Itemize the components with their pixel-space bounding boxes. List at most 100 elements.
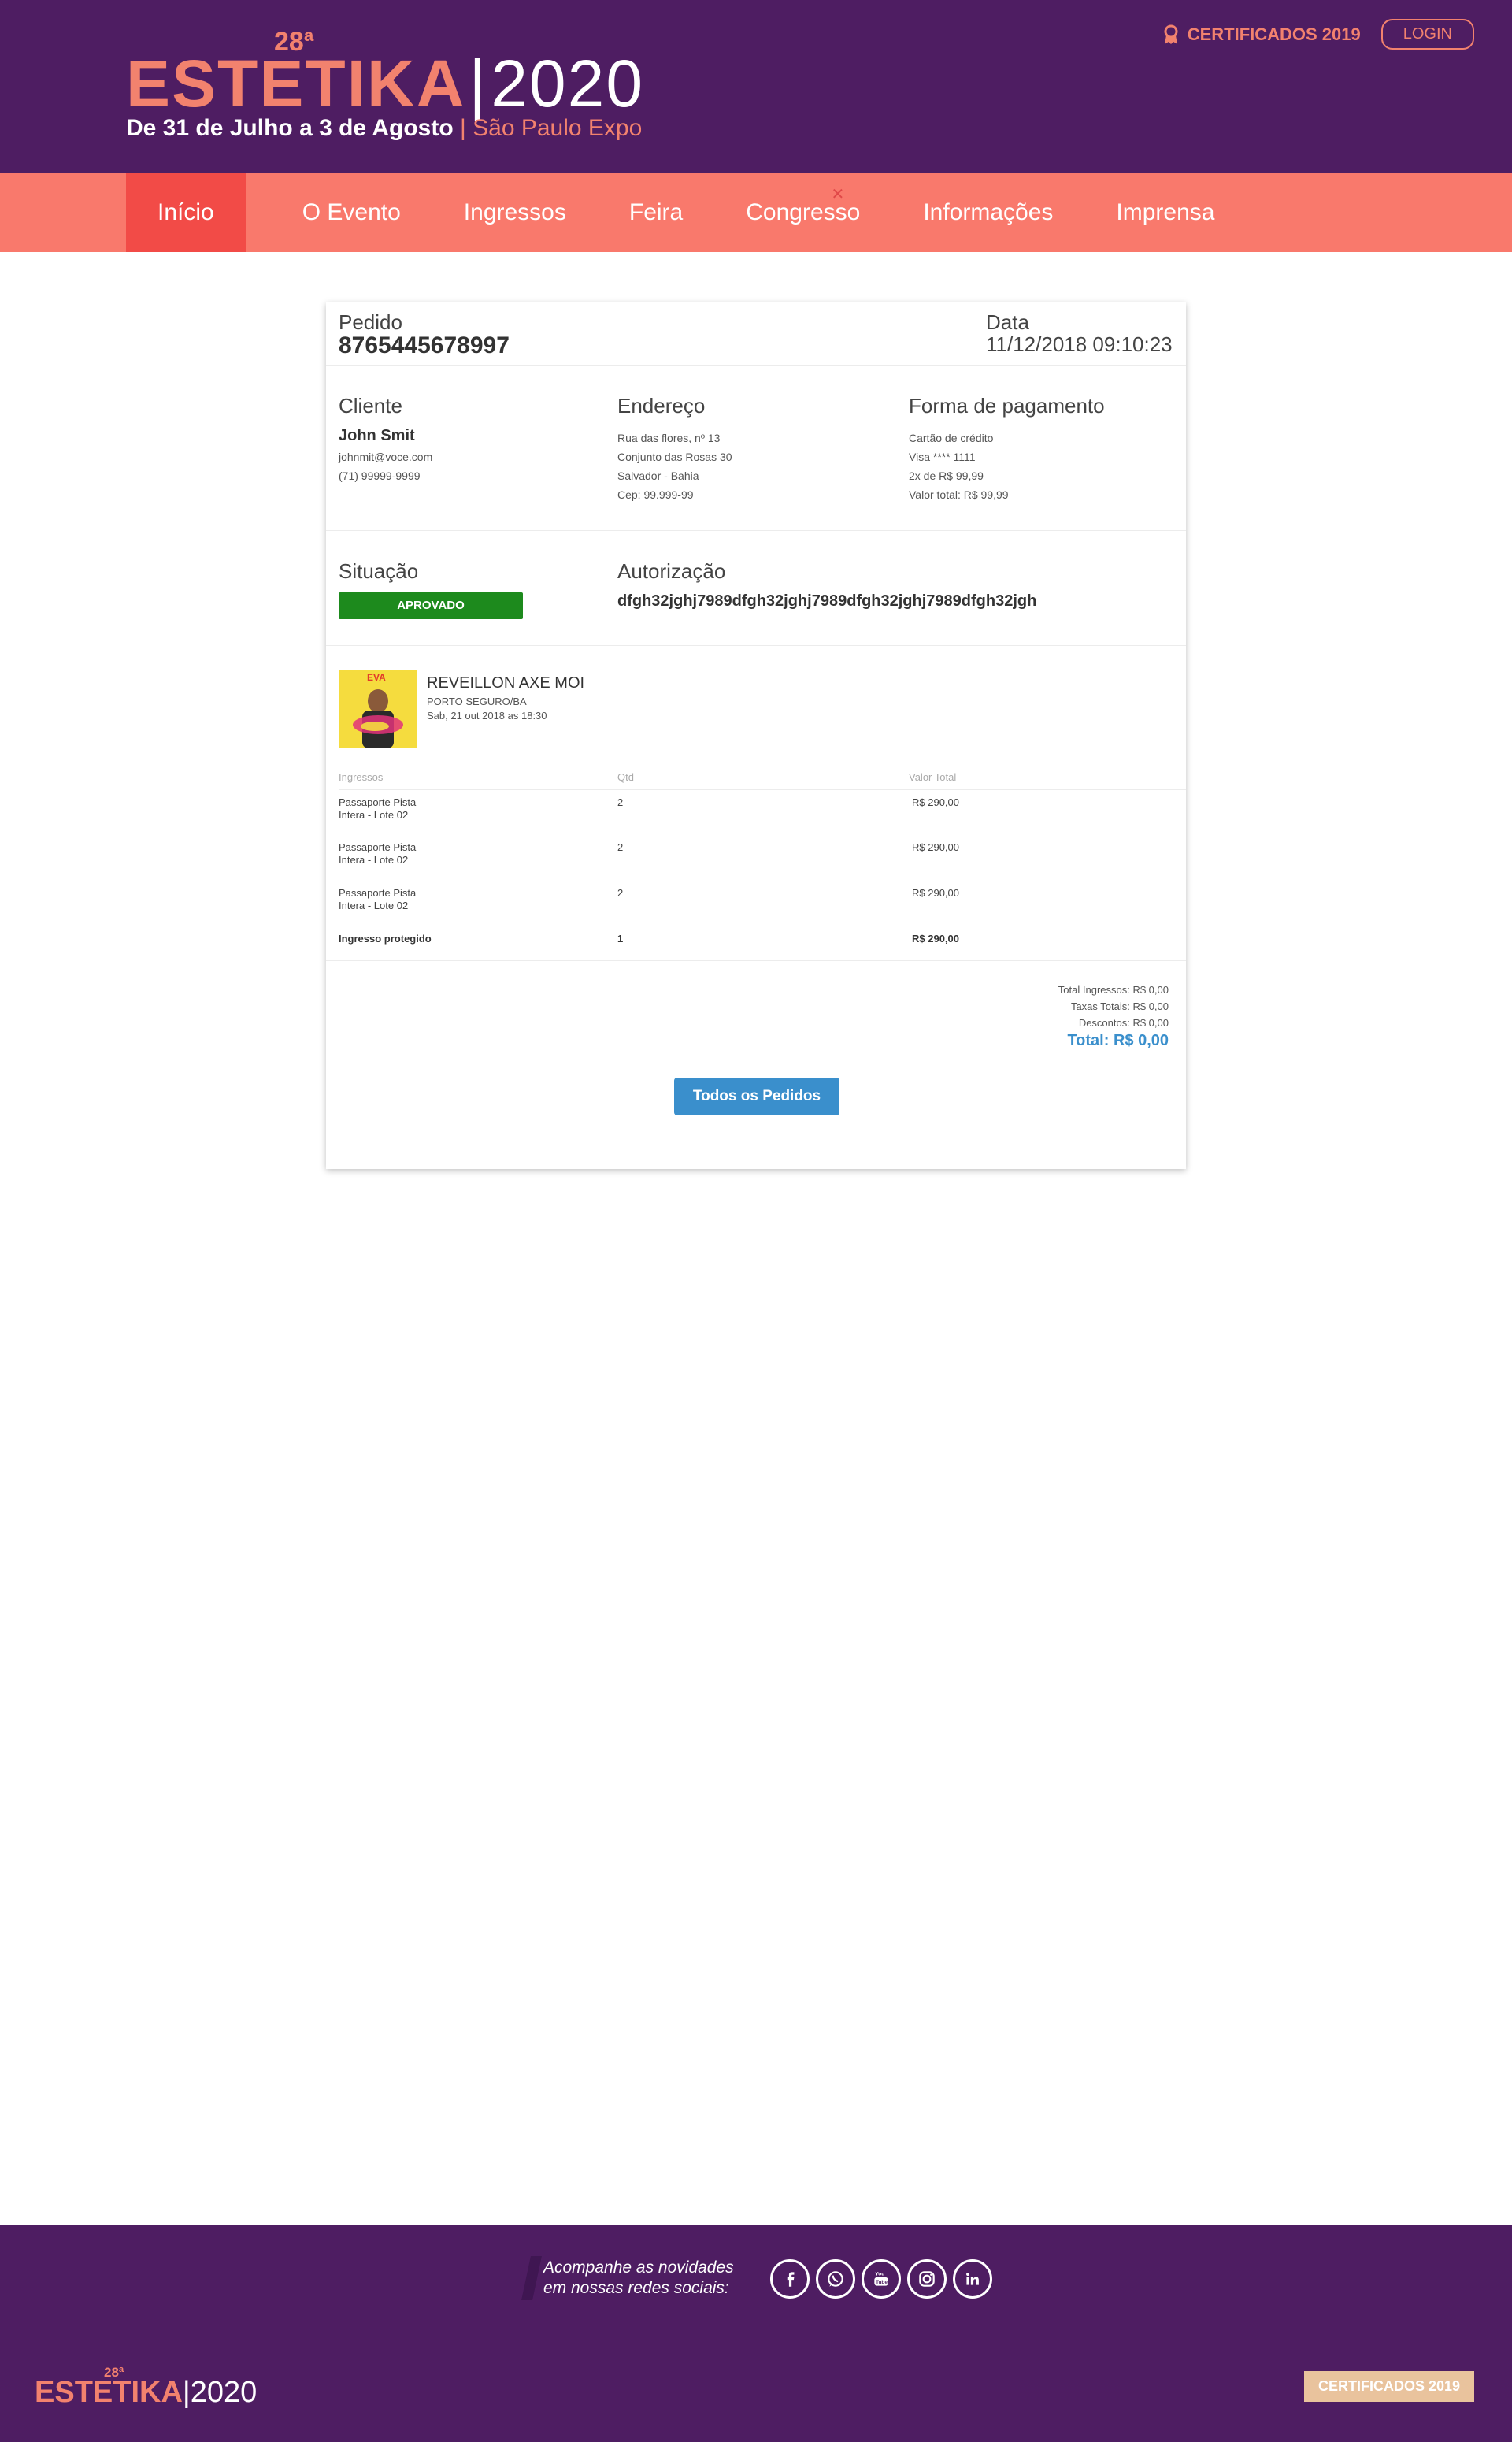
ticket-qtd: 2	[617, 796, 624, 808]
taxas-totais: Taxas Totais: R$ 0,00	[1070, 1000, 1169, 1012]
footer-logo-wordmark: ESTETIKA|2020	[35, 2377, 257, 2407]
cliente-email: johnmit@voce.com	[339, 451, 433, 463]
ticket-valor: R$ 290,00	[912, 841, 959, 853]
facebook-icon[interactable]	[770, 2259, 810, 2299]
certificates-label: CERTIFICADOS 2019	[1187, 24, 1361, 44]
event-date: Sab, 21 out 2018 as 18:30	[427, 710, 547, 722]
ticket-name: Passaporte Pista Intera - Lote 02	[339, 789, 617, 835]
poster-logo: EVA	[367, 672, 386, 683]
ticket-name-line: Passaporte Pista	[339, 887, 417, 899]
order-header-section: Pedido 8765445678997 Data 11/12/2018 09:…	[326, 302, 1186, 366]
ticket-name-line: Intera - Lote 02	[339, 854, 409, 866]
cliente-name: John Smit	[339, 427, 415, 444]
pagamento-line: Cartão de crédito	[909, 432, 994, 444]
ticket-qtd: 2	[617, 841, 624, 853]
instagram-icon[interactable]	[907, 2259, 947, 2299]
whatsapp-icon[interactable]	[816, 2259, 855, 2299]
venue-name: São Paulo Expo	[472, 115, 643, 141]
nav-item-o-evento[interactable]: O Evento	[271, 173, 432, 252]
cliente-label: Cliente	[339, 394, 402, 418]
cliente-phone: (71) 99999-9999	[339, 469, 421, 482]
linkedin-icon[interactable]	[953, 2259, 992, 2299]
nav-item-congresso[interactable]: Congresso ✕	[714, 173, 891, 252]
nav-item-informacoes[interactable]: Informações	[891, 173, 1084, 252]
ticket-name: Passaporte Pista Intera - Lote 02	[339, 881, 617, 926]
protected-name: Ingresso protegido	[339, 933, 432, 945]
logo-word: ESTETIKA	[126, 46, 466, 121]
col-ingressos: Ingressos	[339, 766, 617, 790]
tickets-table: Ingressos Qtd Valor Total Passaporte Pis…	[339, 766, 1186, 961]
ticket-name-line: Intera - Lote 02	[339, 808, 409, 821]
protected-qtd: 1	[617, 933, 624, 945]
table-row: Passaporte Pista Intera - Lote 02 2 R$ 29…	[339, 789, 1186, 835]
youtube-icon[interactable]: You Tube	[862, 2259, 901, 2299]
situacao-label: Situação	[339, 559, 419, 583]
status-badge: APROVADO	[339, 592, 523, 619]
award-icon	[1164, 24, 1178, 44]
table-header-row: Ingressos Qtd Valor Total	[339, 766, 1186, 790]
logo-year: 2020	[491, 46, 645, 121]
autorizacao-code: dfgh32jghj7989dfgh32jghj7989dfgh32jghj79…	[617, 592, 1037, 610]
footer-certificates-button[interactable]: CERTIFICADOS 2019	[1303, 2371, 1474, 2402]
table-row-protected: Ingresso protegido 1 R$ 290,00	[339, 926, 1186, 961]
total-ingressos: Total Ingressos: R$ 0,00	[1058, 984, 1169, 996]
certificates-link[interactable]: CERTIFICADOS 2019	[1162, 24, 1361, 45]
endereco-line: Conjunto das Rosas 30	[617, 451, 732, 463]
event-poster-image: EVA	[339, 670, 417, 748]
endereco-line: Salvador - Bahia	[617, 469, 699, 482]
endereco-line: Rua das flores, nº 13	[617, 432, 721, 444]
pagamento-line: 2x de R$ 99,99	[909, 469, 984, 482]
ticket-name: Passaporte Pista Intera - Lote 02	[339, 835, 617, 881]
dates-text: De 31 de Julho a 3 de Agosto	[126, 115, 454, 141]
footer-logo-divider: |	[182, 2376, 191, 2409]
status-section: Situação APROVADO Autorização dfgh32jghj…	[326, 531, 1186, 646]
endereco-line: Cep: 99.999-99	[617, 488, 694, 501]
col-valor-total: Valor Total	[909, 766, 1186, 790]
footer-logo[interactable]: 28ª ESTETIKA|2020	[35, 2365, 257, 2412]
ticket-valor: R$ 290,00	[912, 887, 959, 899]
table-row: Passaporte Pista Intera - Lote 02 2 R$ 29…	[339, 881, 1186, 926]
close-icon[interactable]: ✕	[832, 184, 845, 204]
logo-wordmark: ESTETIKA|2020	[126, 50, 644, 117]
nav-item-inicio[interactable]: Início	[126, 173, 246, 252]
header-actions: CERTIFICADOS 2019 LOGIN	[1162, 19, 1474, 50]
site-header: 28ª ESTETIKA|2020 De 31 de Julho a 3 de …	[0, 0, 1512, 173]
main-nav: Início O Evento Ingressos Feira Congress…	[0, 173, 1512, 252]
pedido-label: Pedido	[339, 310, 402, 334]
login-button[interactable]: LOGIN	[1380, 19, 1474, 50]
svg-text:You: You	[875, 2272, 884, 2277]
follow-line: em nossas redes sociais:	[543, 2279, 729, 2297]
endereco-label: Endereço	[617, 394, 706, 418]
table-row: Passaporte Pista Intera - Lote 02 2 R$ 29…	[339, 835, 1186, 881]
grand-total: Total: R$ 0,00	[1067, 1032, 1169, 1049]
nav-item-imprensa[interactable]: Imprensa	[1084, 173, 1246, 252]
venue-text: | São Paulo Expo	[460, 115, 643, 141]
social-links: You Tube	[770, 2259, 992, 2299]
footer-logo-word: ESTETIKA	[35, 2376, 183, 2409]
nav-item-ingressos[interactable]: Ingressos	[432, 173, 598, 252]
customer-section: Cliente John Smit johnmit@voce.com (71) …	[326, 366, 1186, 531]
ticket-name-line: Intera - Lote 02	[339, 900, 409, 911]
event-location: PORTO SEGURO/BA	[427, 696, 527, 707]
descontos: Descontos: R$ 0,00	[1078, 1017, 1169, 1029]
event-title: REVEILLON AXE MOI	[427, 674, 585, 692]
data-value: 11/12/2018 09:10:23	[986, 332, 1173, 356]
pedido-number: 8765445678997	[339, 332, 510, 358]
ticket-valor: R$ 290,00	[912, 796, 959, 808]
protected-valor: R$ 290,00	[912, 933, 959, 945]
event-thumbnail[interactable]: EVA	[339, 670, 417, 748]
follow-text: Acompanhe as novidades em nossas redes s…	[543, 2258, 734, 2299]
nav-item-feira[interactable]: Feira	[598, 173, 714, 252]
estetika-logo[interactable]: 28ª ESTETIKA|2020 De 31 de Julho a 3 de …	[126, 27, 643, 145]
data-label: Data	[986, 310, 1029, 334]
logo-divider: |	[469, 46, 488, 121]
autorizacao-label: Autorização	[617, 559, 726, 583]
col-qtd: Qtd	[617, 766, 909, 790]
order-card: Pedido 8765445678997 Data 11/12/2018 09:…	[326, 302, 1186, 1169]
follow-accent	[521, 2256, 542, 2300]
ticket-name-line: Passaporte Pista	[339, 796, 417, 808]
svg-text:Tube: Tube	[876, 2280, 888, 2285]
follow-line: Acompanhe as novidades	[543, 2258, 734, 2277]
pagamento-line: Visa **** 1111	[909, 451, 976, 463]
all-orders-button[interactable]: Todos os Pedidos	[674, 1078, 839, 1115]
